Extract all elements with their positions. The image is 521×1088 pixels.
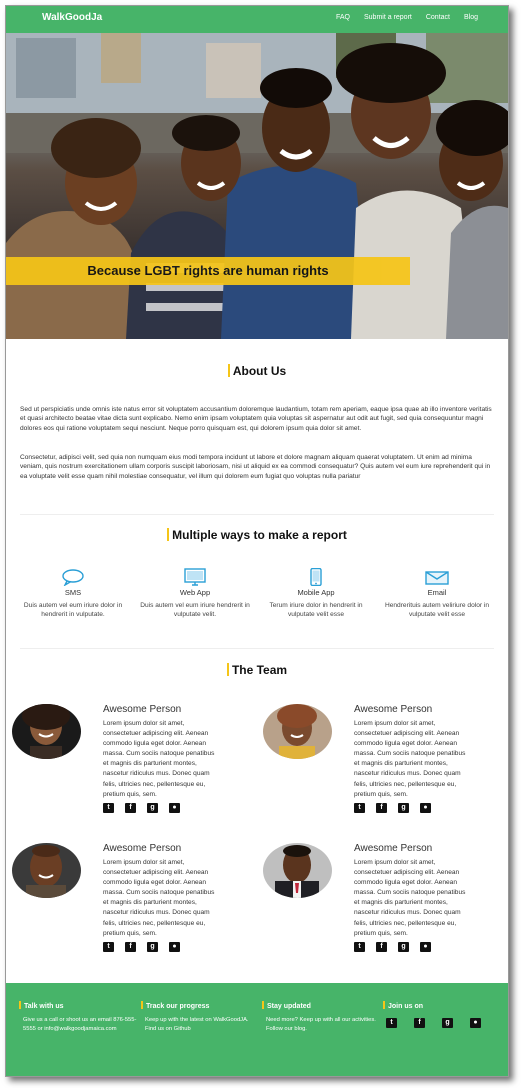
about-paragraph-1: Sed ut perspiciatis unde omnis iste natu… [20,406,492,432]
report-card-desc: Terum iriure dolor in hendrerit in vulpu… [269,602,363,619]
mobile-phone-icon [261,567,371,587]
report-card-title: Email [427,588,447,597]
hero-tagline: Because LGBT rights are human rights [87,263,329,278]
footer-talk-with-us: Talk with us Give us a call or shoot us … [19,1001,137,1034]
footer-track-progress: Track our progress Keep up with the late… [141,1001,259,1034]
about-paragraph-2: Consectetur, adipisci velit, sed quia no… [20,454,491,480]
footer-heading-text: Join us on [388,1003,423,1010]
footer: Talk with us Give us a call or shoot us … [6,983,508,1076]
member-name: Awesome Person [103,704,182,715]
report-title-text: Multiple ways to make a report [172,528,347,542]
team-title-text: The Team [231,663,288,677]
report-card-title: Mobile App [297,588,335,597]
team-member-1: Awesome Person Lorem ipsum dolor sit ame… [12,704,252,814]
report-card-web-app[interactable]: Web App Duis autem vel eum iriure hendre… [140,568,250,620]
footer-contact-text[interactable]: Give us a call or shoot us an email 876-… [19,1016,137,1034]
nav-links: FAQ Submit a report Contact Blog [336,14,478,21]
nav-link-blog[interactable]: Blog [464,14,478,21]
footer-heading-text: Talk with us [24,1003,64,1010]
avatar [12,704,81,759]
facebook-icon[interactable]: f [376,803,387,813]
team-member-4: Awesome Person Lorem ipsum dolor sit ame… [263,843,503,953]
facebook-icon[interactable]: f [414,1018,425,1028]
twitter-icon[interactable]: t [354,803,365,813]
member-bio: Lorem ipsum dolor sit amet, consectetuer… [354,720,466,798]
report-card-desc: Hendrerituis autem veliriure dolor in vu… [384,602,490,619]
avatar [12,843,81,898]
google-plus-icon[interactable]: g [442,1018,453,1028]
flickr-icon[interactable]: ● [420,803,431,813]
report-card-email[interactable]: Email Hendrerituis autem veliriure dolor… [382,568,492,620]
footer-stay-updated: Stay updated Need more? Keep up with all… [262,1001,380,1034]
twitter-icon[interactable]: t [354,942,365,952]
envelope-icon [382,568,492,586]
chat-bubble-icon [18,568,128,587]
nav-link-submit-report[interactable]: Submit a report [364,14,412,21]
title-accent-bar [167,528,170,541]
nav-link-contact[interactable]: Contact [426,14,450,21]
google-plus-icon[interactable]: g [147,803,158,813]
member-name: Awesome Person [354,843,433,854]
footer-heading-text: Stay updated [267,1003,311,1010]
report-card-mobile-app[interactable]: Mobile App Terum iriure dolor in hendrer… [261,567,371,620]
page-frame: WalkGoodJa FAQ Submit a report Contact B… [5,5,509,1077]
facebook-icon[interactable]: f [376,942,387,952]
member-bio: Lorem ipsum dolor sit amet, consectetuer… [103,859,215,937]
flickr-icon[interactable]: ● [470,1018,481,1028]
flickr-icon[interactable]: ● [169,942,180,952]
footer-github-text[interactable]: Keep up with the latest on WalkGoodJA. F… [141,1016,259,1034]
report-card-desc: Duis autem vel eum iriure dolor in hendr… [23,602,123,619]
flickr-icon[interactable]: ● [420,942,431,952]
hero-banner: Because LGBT rights are human rights [6,257,410,285]
flickr-icon[interactable]: ● [169,803,180,813]
top-nav: WalkGoodJa FAQ Submit a report Contact B… [6,6,508,33]
footer-heading: Stay updated [262,1001,380,1010]
report-card-sms[interactable]: SMS Duis autem vel eum iriure dolor in h… [18,568,128,620]
team-title: The Team [6,663,508,677]
google-plus-icon[interactable]: g [398,803,409,813]
facebook-icon[interactable]: f [125,942,136,952]
avatar [263,843,332,898]
footer-heading: Join us on [383,1001,501,1010]
twitter-icon[interactable]: t [103,803,114,813]
footer-blog-text[interactable]: Need more? Keep up with all our activiti… [262,1016,380,1034]
avatar [263,704,332,759]
footer-join-us: Join us on t f g ● [383,1001,501,1028]
report-title: Multiple ways to make a report [6,528,508,542]
twitter-icon[interactable]: t [386,1018,397,1028]
member-social-links: t f g ● [354,942,431,952]
footer-heading-text: Track our progress [146,1003,210,1010]
title-accent-bar [227,364,230,377]
brand-logo[interactable]: WalkGoodJa [42,12,102,23]
report-card-title: Web App [179,588,211,597]
member-name: Awesome Person [354,704,433,715]
member-social-links: t f g ● [354,803,431,813]
report-card-desc: Duis autem vel eum iriure hendrerit in v… [140,602,250,619]
section-divider [20,648,494,649]
twitter-icon[interactable]: t [103,942,114,952]
member-bio: Lorem ipsum dolor sit amet, consectetuer… [354,859,466,937]
about-title: About Us [6,364,508,378]
member-bio: Lorem ipsum dolor sit amet, consectetuer… [103,720,215,798]
footer-heading: Track our progress [141,1001,259,1010]
google-plus-icon[interactable]: g [147,942,158,952]
team-member-3: Awesome Person Lorem ipsum dolor sit ame… [12,843,252,953]
member-social-links: t f g ● [103,942,180,952]
nav-link-faq[interactable]: FAQ [336,14,350,21]
google-plus-icon[interactable]: g [398,942,409,952]
footer-social-links: t f g ● [383,1018,501,1028]
section-divider [20,514,494,515]
footer-heading: Talk with us [19,1001,137,1010]
facebook-icon[interactable]: f [125,803,136,813]
title-accent-bar [226,663,229,676]
monitor-icon [140,568,250,586]
member-social-links: t f g ● [103,803,180,813]
about-title-text: About Us [232,364,287,378]
report-card-title: SMS [64,588,82,597]
member-name: Awesome Person [103,843,182,854]
team-member-2: Awesome Person Lorem ipsum dolor sit ame… [263,704,503,814]
hero-image: Because LGBT rights are human rights [6,33,508,339]
hero-photo-illustration [6,33,508,339]
